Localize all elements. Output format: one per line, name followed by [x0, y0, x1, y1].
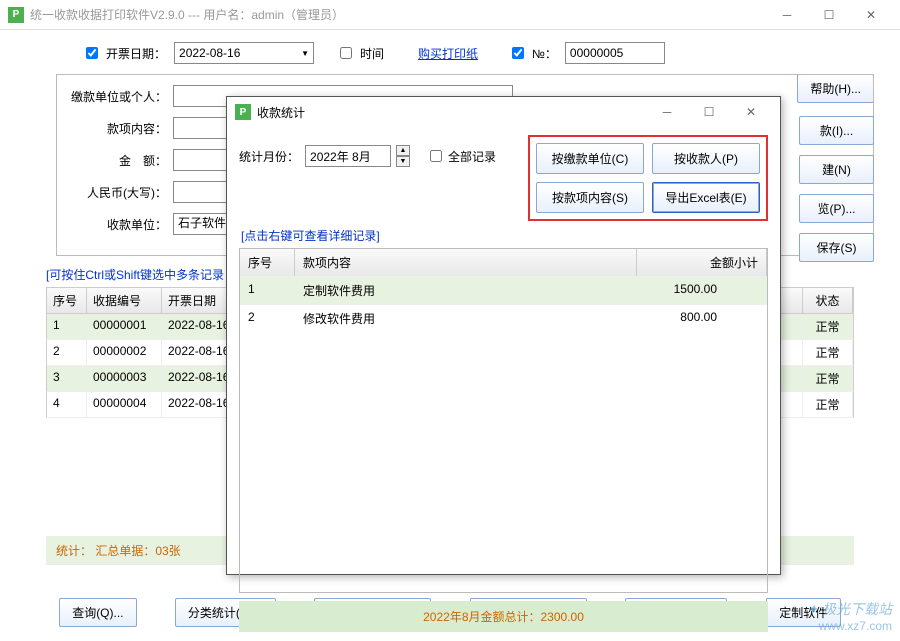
side-button-2[interactable]: 建(N)	[799, 155, 874, 184]
by-payee-button[interactable]: 按收款人(P)	[652, 143, 760, 174]
app-icon: P	[8, 7, 24, 23]
action-buttons-group: 按缴款单位(C) 按收款人(P) 按款项内容(S) 导出Excel表(E)	[528, 135, 768, 221]
cell-num: 00000002	[87, 340, 162, 365]
payer-label: 缴款单位或个人：	[67, 88, 167, 105]
no-checkbox[interactable]	[512, 47, 524, 59]
cell-num: 00000004	[87, 392, 162, 417]
month-label: 统计月份：	[239, 148, 299, 165]
all-records-checkbox[interactable]	[430, 150, 442, 162]
side-button-3[interactable]: 览(P)...	[799, 194, 874, 223]
invoice-date-value: 2022-08-16	[179, 46, 240, 60]
chevron-down-icon: ▼	[301, 49, 309, 58]
window-title: 统一收款收据打印软件V2.9.0 --- 用户名：admin（管理员）	[30, 6, 766, 23]
rmb-label: 人民币(大写)：	[67, 184, 167, 201]
cell-amount: 800.00	[637, 305, 767, 332]
table-empty-area	[240, 332, 767, 592]
table-row[interactable]: 2 修改软件费用 800.00	[240, 304, 767, 332]
dialog-footer: 2022年8月金额总计：2300.00	[239, 601, 768, 632]
th-status[interactable]: 状态	[803, 288, 853, 313]
stats-dialog: P 收款统计 ─ ☐ ✕ 统计月份： 2022年 8月 ▲ ▼ 全部记录 按缴款…	[226, 96, 781, 575]
by-item-button[interactable]: 按款项内容(S)	[536, 182, 644, 213]
dialog-close-icon[interactable]: ✕	[730, 98, 772, 126]
export-excel-dialog-button[interactable]: 导出Excel表(E)	[652, 182, 760, 213]
cell-status: 正常	[803, 340, 853, 365]
dialog-table: 序号 款项内容 金额小计 1 定制软件费用 1500.00 2 修改软件费用 8…	[239, 248, 768, 593]
no-label: №：	[532, 45, 557, 62]
no-input[interactable]: 00000005	[565, 42, 665, 64]
cell-content: 定制软件费用	[295, 277, 637, 304]
amount-label: 金 额：	[67, 152, 167, 169]
cell-num: 00000003	[87, 366, 162, 391]
spin-down-icon[interactable]: ▼	[396, 156, 410, 167]
month-input[interactable]: 2022年 8月	[305, 145, 391, 167]
side-buttons: 款(I)... 建(N) 览(P)... 保存(S)	[799, 116, 874, 262]
th-seq[interactable]: 序号	[47, 288, 87, 313]
query-button[interactable]: 查询(Q)...	[59, 598, 136, 627]
table-row[interactable]: 1 定制软件费用 1500.00	[240, 276, 767, 304]
cell-status: 正常	[803, 366, 853, 391]
invoice-date-label: 开票日期：	[106, 45, 166, 62]
dialog-icon: P	[235, 104, 251, 120]
cell-amount: 1500.00	[637, 277, 767, 304]
month-value: 2022年 8月	[310, 148, 371, 165]
side-button-1[interactable]: 款(I)...	[799, 116, 874, 145]
dialog-minimize-icon[interactable]: ─	[646, 98, 688, 126]
th-num[interactable]: 收据编号	[87, 288, 162, 313]
cell-seq: 3	[47, 366, 87, 391]
all-records-label: 全部记录	[448, 148, 496, 165]
minimize-icon[interactable]: ─	[766, 1, 808, 29]
time-checkbox[interactable]	[340, 47, 352, 59]
dlg-th-seq[interactable]: 序号	[240, 249, 295, 276]
cell-seq: 2	[240, 305, 295, 332]
top-toolbar: 开票日期： 2022-08-16 ▼ 时间 购买打印纸 №： 00000005	[16, 42, 884, 64]
payee-label: 收款单位：	[67, 216, 167, 233]
item-label: 款项内容：	[67, 120, 167, 137]
no-value: 00000005	[570, 46, 623, 60]
dlg-th-amount[interactable]: 金额小计	[637, 249, 767, 276]
titlebar: P 统一收款收据打印软件V2.9.0 --- 用户名：admin（管理员） ─ …	[0, 0, 900, 30]
payee-value: 石子软件	[178, 216, 226, 230]
time-label: 时间	[360, 45, 384, 62]
side-button-4[interactable]: 保存(S)	[799, 233, 874, 262]
cell-num: 00000001	[87, 314, 162, 339]
close-icon[interactable]: ✕	[850, 1, 892, 29]
invoice-date-combo[interactable]: 2022-08-16 ▼	[174, 42, 314, 64]
cell-seq: 2	[47, 340, 87, 365]
invoice-date-checkbox[interactable]	[86, 47, 98, 59]
spin-up-icon[interactable]: ▲	[396, 145, 410, 156]
cell-status: 正常	[803, 392, 853, 417]
dialog-hint: [点击右键可查看详细记录]	[241, 227, 768, 244]
dialog-titlebar: P 收款统计 ─ ☐ ✕	[227, 97, 780, 127]
by-payer-button[interactable]: 按缴款单位(C)	[536, 143, 644, 174]
cell-status: 正常	[803, 314, 853, 339]
cell-content: 修改软件费用	[295, 305, 637, 332]
cell-seq: 4	[47, 392, 87, 417]
maximize-icon[interactable]: ☐	[808, 1, 850, 29]
cell-seq: 1	[240, 277, 295, 304]
buy-paper-link[interactable]: 购买打印纸	[418, 45, 478, 62]
dialog-maximize-icon[interactable]: ☐	[688, 98, 730, 126]
dlg-th-content[interactable]: 款项内容	[295, 249, 637, 276]
dialog-title-text: 收款统计	[257, 104, 305, 121]
cell-seq: 1	[47, 314, 87, 339]
